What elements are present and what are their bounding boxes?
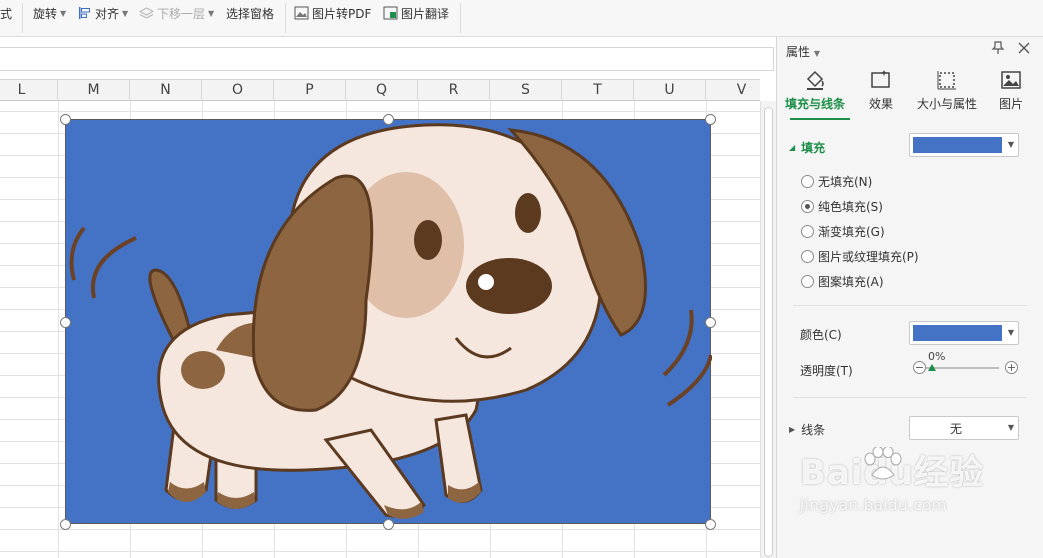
divider: [793, 305, 1027, 306]
pane-toolbar: [991, 41, 1031, 55]
column-header[interactable]: O: [202, 80, 274, 101]
ribbon-partial-label: 式: [0, 6, 13, 21]
resize-handle-n[interactable]: [383, 114, 394, 125]
send-backward-button[interactable]: 下移一层 ▼: [139, 4, 214, 22]
color-label: 颜色(C): [800, 328, 842, 342]
column-header[interactable]: T: [562, 80, 634, 101]
resize-handle-w[interactable]: [60, 317, 71, 328]
color-swatch: [913, 325, 1002, 341]
size-icon: [937, 71, 956, 90]
resize-handle-e[interactable]: [705, 317, 716, 328]
chevron-down-icon: ▼: [122, 8, 129, 18]
divider: [793, 397, 1027, 398]
ribbon-divider: [22, 3, 23, 33]
chevron-down-icon: ▼: [60, 8, 67, 18]
send-backward-icon: [139, 7, 154, 19]
fill-color-dropdown[interactable]: ▼: [909, 133, 1019, 157]
paint-bucket-icon: [806, 70, 824, 90]
column-header[interactable]: M: [58, 80, 130, 101]
fill-option-picture-texture[interactable]: 图片或纹理填充(P): [801, 248, 919, 265]
column-header-row: L M N O P Q R S T U V: [0, 79, 760, 101]
plus-icon[interactable]: +: [1005, 361, 1018, 374]
resize-handle-s[interactable]: [383, 519, 394, 530]
pin-icon[interactable]: [991, 41, 1005, 55]
tab-fill-line[interactable]: 填充与线条: [781, 67, 850, 120]
resize-handle-sw[interactable]: [60, 519, 71, 530]
radio-button-selected[interactable]: [801, 200, 814, 213]
radio-button[interactable]: [801, 225, 814, 238]
column-header[interactable]: L: [0, 80, 58, 101]
column-header[interactable]: P: [274, 80, 346, 101]
ribbon-divider: [285, 3, 286, 33]
fill-option-none[interactable]: 无填充(N): [801, 173, 872, 190]
column-header[interactable]: N: [130, 80, 202, 101]
fill-option-gradient[interactable]: 渐变填充(G): [801, 223, 885, 240]
paw-logo-icon: [864, 447, 902, 480]
chevron-down-icon: ▼: [813, 49, 820, 58]
effects-icon: [871, 70, 890, 88]
fill-option-pattern[interactable]: 图案填充(A): [801, 273, 884, 290]
watermark-url: jingyan.baidu.com: [800, 496, 947, 514]
baidu-jingyan-watermark: Baidu经验 jingyan.baidu.com: [800, 445, 984, 514]
slider-thumb[interactable]: [928, 364, 936, 371]
picture-translate-button[interactable]: 图片翻译: [383, 4, 449, 22]
line-dropdown[interactable]: 无 ▼: [909, 416, 1019, 440]
tab-size-properties[interactable]: 大小与属性: [913, 67, 981, 117]
selected-picture[interactable]: [65, 119, 713, 524]
caret-right-icon: ▶: [789, 425, 796, 434]
align-button[interactable]: 对齐 ▼: [78, 4, 128, 22]
ribbon-divider: [460, 3, 461, 33]
translate-icon: [383, 6, 398, 20]
color-dropdown[interactable]: ▼: [909, 321, 1019, 345]
rotate-button[interactable]: 旋转 ▼: [33, 4, 66, 22]
fill-option-solid[interactable]: 纯色填充(S): [801, 198, 883, 215]
column-header[interactable]: U: [634, 80, 706, 101]
line-section-toggle[interactable]: ▶ 线条: [789, 421, 825, 438]
pane-tabs: 填充与线条 效果 大小与属性 图片: [777, 67, 1043, 120]
column-header[interactable]: S: [490, 80, 562, 101]
transparency-value: 0%: [928, 350, 946, 363]
column-header[interactable]: R: [418, 80, 490, 101]
resize-handle-ne[interactable]: [705, 114, 716, 125]
radio-button[interactable]: [801, 275, 814, 288]
resize-handle-se[interactable]: [705, 519, 716, 530]
puppy-illustration: [69, 123, 713, 519]
fill-section-toggle[interactable]: ◢ 填充: [789, 139, 825, 156]
chevron-down-icon: ▼: [208, 8, 215, 18]
tab-effects[interactable]: 效果: [847, 67, 915, 117]
tab-picture[interactable]: 图片: [977, 67, 1043, 117]
caret-down-icon: ◢: [789, 143, 796, 152]
color-swatch: [913, 137, 1002, 153]
pane-title[interactable]: 属性 ▼: [786, 43, 820, 60]
ribbon-toolbar: 式 旋转 ▼ 对齐 ▼ 下移一层 ▼ 选择窗格 图片转PDF 图片翻译: [0, 0, 1043, 37]
image-icon: [1001, 71, 1021, 89]
minus-icon[interactable]: −: [913, 361, 926, 374]
scrollbar-thumb[interactable]: [764, 107, 773, 557]
align-icon: [79, 7, 90, 19]
chevron-down-icon: ▼: [1007, 328, 1014, 337]
resize-handle-nw[interactable]: [60, 114, 71, 125]
column-header[interactable]: Q: [346, 80, 418, 101]
picture-pdf-icon: [294, 6, 309, 20]
close-icon[interactable]: [1017, 41, 1031, 55]
column-header[interactable]: V: [706, 80, 776, 101]
radio-button[interactable]: [801, 175, 814, 188]
formula-bar[interactable]: [0, 47, 774, 71]
radio-button[interactable]: [801, 250, 814, 263]
selection-pane-button[interactable]: 选择窗格: [226, 4, 274, 22]
transparency-label: 透明度(T): [800, 364, 853, 378]
vertical-scrollbar[interactable]: [760, 101, 776, 558]
transparency-slider[interactable]: − 0% +: [911, 350, 1021, 378]
chevron-down-icon: ▼: [1007, 140, 1014, 149]
picture-to-pdf-button[interactable]: 图片转PDF: [294, 4, 371, 22]
slider-track[interactable]: [926, 367, 999, 369]
chevron-down-icon: ▼: [1007, 423, 1014, 432]
